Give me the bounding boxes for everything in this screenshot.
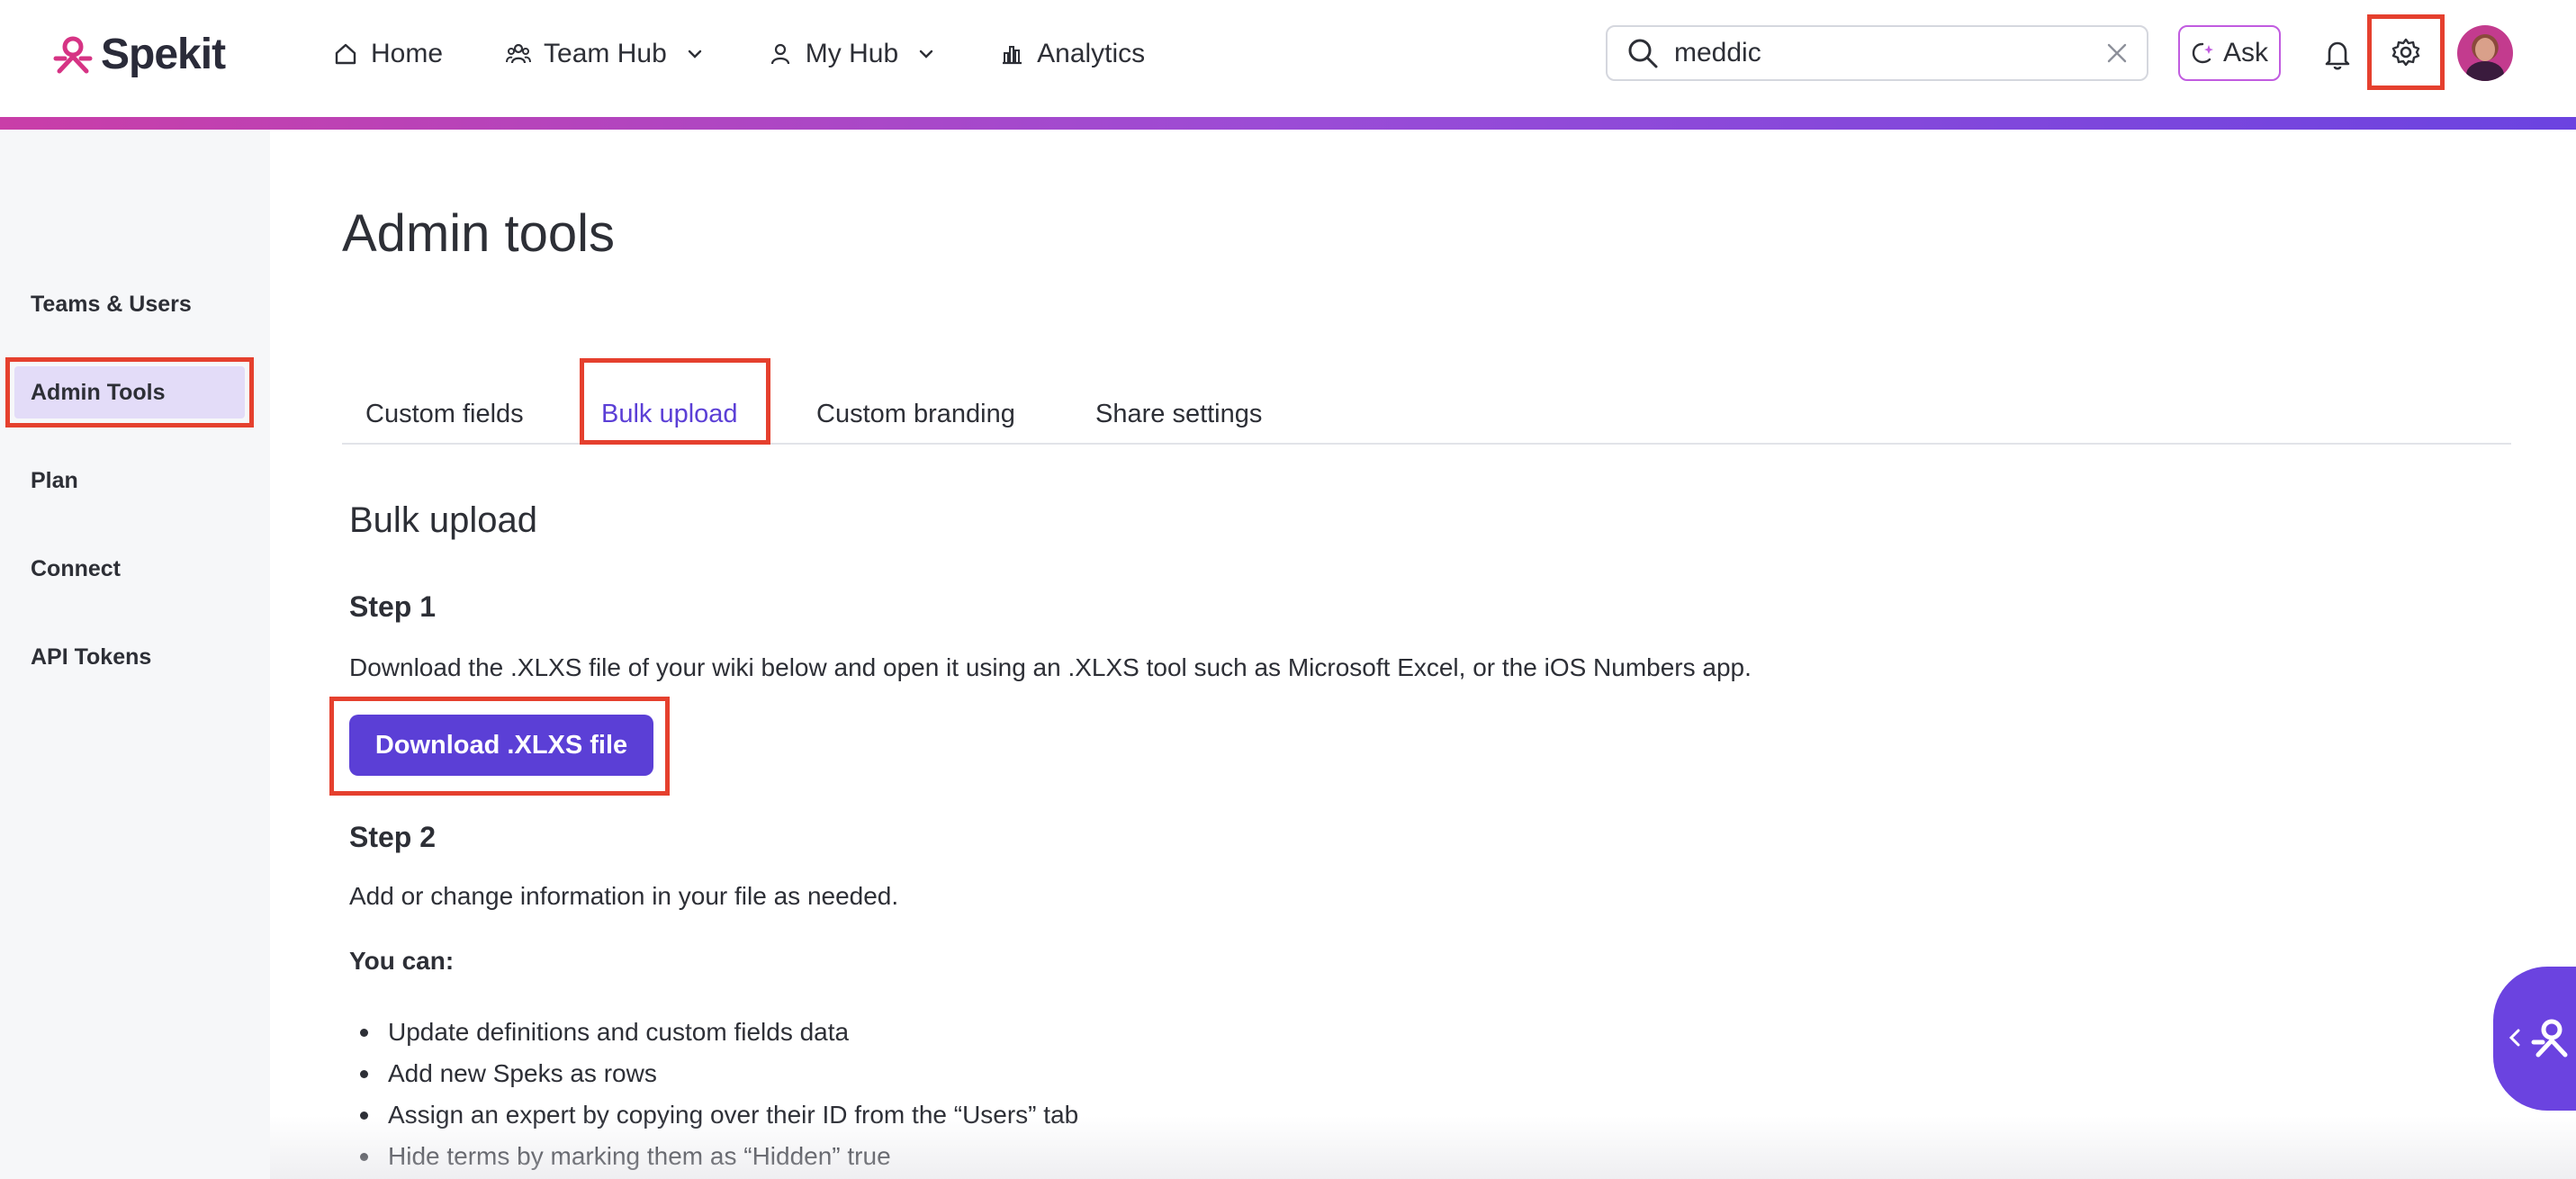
chevron-down-icon [688,50,701,58]
page-title: Admin tools [342,204,616,263]
download-xlxs-button[interactable]: Download .XLXS file [349,715,653,776]
avatar-body [2466,61,2504,81]
ask-button[interactable]: Ask [2178,25,2281,81]
avatar-face [2475,38,2495,61]
search-box[interactable] [1606,25,2148,81]
spekit-widget-launcher[interactable] [2493,967,2576,1111]
step1-text: Download the .XLXS file of your wiki bel… [349,653,1752,681]
nav-team-hub[interactable]: Team Hub [506,39,705,69]
nav-analytics[interactable]: Analytics [999,39,1145,69]
sidebar-item-teams-users[interactable]: Teams & Users [31,292,192,318]
brand-gradient-bar [0,117,2576,130]
nav-team-hub-label: Team Hub [544,39,667,68]
search-icon [1628,39,1658,68]
tab-custom-fields[interactable]: Custom fields [365,400,524,429]
chevron-down-icon [919,50,933,58]
team-icon [506,43,532,64]
ask-label: Ask [2222,38,2268,68]
step1-title: Step 1 [349,590,437,623]
sparkle-chat-icon [2192,42,2213,64]
avatar[interactable] [2457,25,2513,81]
step2-text: Add or change information in your file a… [349,882,899,910]
list-item: Hide terms by marking them as “Hidden” t… [360,1136,1078,1177]
capabilities-list: Update definitions and custom fields dat… [360,1012,1078,1177]
top-bar: Spekit Home Team Hub My Hub Analytics As… [0,0,2576,117]
chevron-left-icon[interactable] [2506,1026,2524,1049]
main-nav: Home Team Hub My Hub Analytics [333,27,1208,81]
bar-chart-icon [1003,46,1022,65]
list-item: Assign an expert by copying over their I… [360,1094,1078,1136]
brand-logo[interactable]: Spekit [52,27,226,81]
home-icon [335,43,356,65]
nav-my-hub-label: My Hub [805,39,899,68]
sidebar: Teams & Users Admin Tools Plan Connect A… [0,130,270,1179]
person-icon [770,43,789,65]
section-title: Bulk upload [349,500,538,540]
spekit-logo-icon [2531,1019,2568,1058]
bell-icon[interactable] [2320,36,2355,72]
tab-custom-branding[interactable]: Custom branding [816,400,1015,429]
sidebar-item-admin-tools[interactable]: Admin Tools [31,380,166,406]
brand-name: Spekit [101,30,226,78]
list-item: Update definitions and custom fields dat… [360,1012,1078,1053]
nav-home-label: Home [371,39,444,68]
sidebar-item-api-tokens[interactable]: API Tokens [31,644,151,670]
list-item: Add new Speks as rows [360,1053,1078,1094]
tab-bulk-upload-highlight [580,358,770,445]
gear-icon [2391,38,2420,67]
search-input[interactable] [1674,38,2105,68]
spekit-logo-icon [53,36,93,74]
you-can-label: You can: [349,947,455,975]
sidebar-item-plan[interactable]: Plan [31,468,78,494]
sidebar-item-connect[interactable]: Connect [31,556,121,582]
main-content: Admin tools Custom fields Bulk upload Cu… [270,130,2576,1179]
nav-analytics-label: Analytics [1037,39,1146,68]
close-icon[interactable] [2105,41,2129,65]
nav-my-hub[interactable]: My Hub [768,39,936,69]
tab-share-settings[interactable]: Share settings [1095,400,1262,429]
step2-title: Step 2 [349,821,437,853]
nav-home[interactable]: Home [333,39,443,69]
settings-button[interactable] [2367,14,2445,90]
